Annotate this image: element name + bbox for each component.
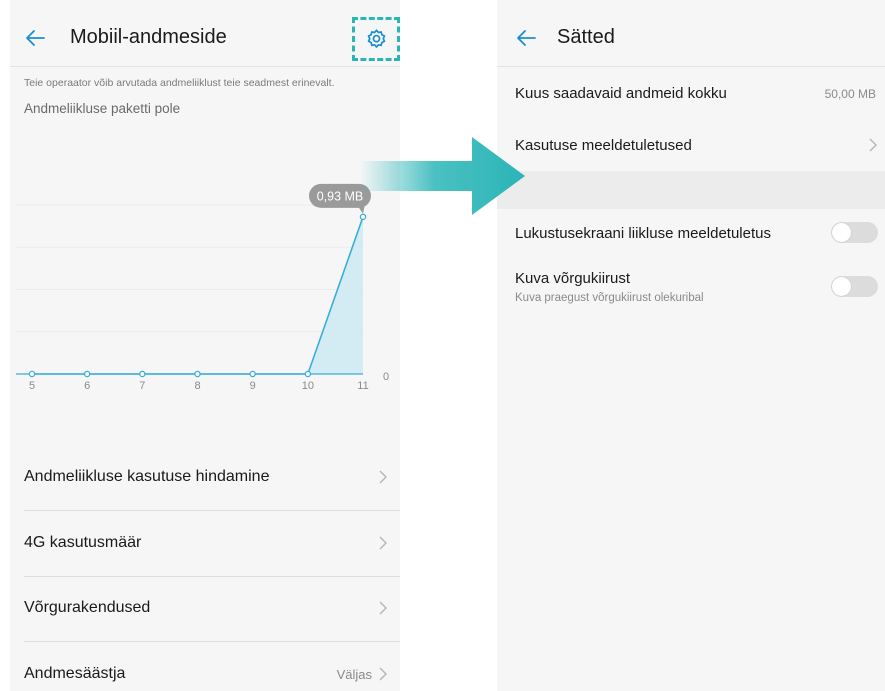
x-tick-label: 6	[84, 380, 90, 392]
monthly-total-label: Kuus saadavaid andmeid kokku	[515, 85, 727, 102]
lockscreen-reminder-toggle[interactable]	[831, 222, 878, 243]
lockscreen-reminder-label: Lukustusekraani liikluse meeldetuletus	[515, 225, 771, 242]
chevron-right-icon	[379, 667, 387, 681]
mobile-data-screen: Mobiil-andmeside Teie operaator võib arv…	[10, 0, 400, 691]
section-gap	[497, 171, 885, 209]
4g-usage-label: 4G kasutusmäär	[24, 534, 142, 551]
chevron-right-icon	[379, 536, 387, 550]
data-saver-value: Väljas	[336, 667, 372, 682]
x-tick-label: 9	[250, 380, 256, 392]
chevron-right-icon	[869, 138, 877, 152]
x-tick-label: 8	[194, 380, 200, 392]
monthly-total-value: 50,00 MB	[824, 87, 876, 101]
transition-arrow-icon	[360, 137, 525, 215]
data-point	[304, 370, 312, 378]
operator-note: Teie operaator võib arvutada andmeliiklu…	[24, 77, 335, 89]
data-saver-item[interactable]: Andmesäästja Väljas	[10, 643, 400, 691]
value-callout-label: 0,93 MB	[317, 189, 364, 203]
arrow-left-icon[interactable]	[24, 27, 46, 49]
top-bar: Sätted	[497, 0, 885, 66]
data-point	[139, 370, 146, 378]
network-speed-label: Kuva võrgukiirust	[515, 270, 631, 287]
lockscreen-reminder-item[interactable]: Lukustusekraani liikluse meeldetuletus	[497, 210, 885, 256]
list-divider	[24, 641, 400, 642]
chevron-right-icon	[379, 601, 387, 615]
chart-area	[32, 216, 363, 374]
toggle-knob	[832, 223, 851, 242]
arrow-left-icon[interactable]	[515, 27, 537, 49]
usage-reminders-item[interactable]: Kasutuse meeldetuletused	[497, 120, 885, 170]
top-bar: Mobiil-andmeside	[10, 0, 400, 66]
series-line	[32, 216, 364, 375]
network-speed-toggle[interactable]	[831, 276, 878, 297]
usage-estimate-label: Andmeliikluse kasutuse hindamine	[24, 468, 270, 485]
network-apps-label: Võrgurakendused	[24, 599, 151, 616]
network-apps-item[interactable]: Võrgurakendused	[10, 577, 400, 641]
x-tick-label: 11	[357, 380, 368, 392]
4g-usage-item[interactable]: 4G kasutusmäär	[10, 512, 400, 576]
toggle-knob	[832, 277, 851, 296]
data-point	[83, 370, 91, 378]
data-usage-chart: 5 6 7 8 9 10 11 0 0,93 MB	[16, 183, 389, 392]
data-point	[194, 370, 201, 378]
data-point	[249, 370, 256, 378]
gear-icon	[367, 29, 386, 49]
monthly-total-item[interactable]: Kuus saadavaid andmeid kokku 50,00 MB	[497, 67, 885, 119]
x-tick-label: 5	[29, 380, 35, 392]
y-zero-label: 0	[383, 371, 389, 383]
header-divider	[10, 66, 400, 67]
page-title: Mobiil-andmeside	[70, 26, 227, 48]
list-divider	[24, 510, 400, 511]
page-title: Sätted	[557, 26, 615, 48]
usage-estimate-item[interactable]: Andmeliikluse kasutuse hindamine	[10, 446, 400, 510]
data-saver-label: Andmesäästja	[24, 665, 126, 682]
data-point	[28, 370, 36, 378]
usage-reminders-label: Kasutuse meeldetuletused	[515, 137, 692, 154]
network-speed-item[interactable]: Kuva võrgukiirust Kuva praegust võrgukii…	[497, 258, 885, 316]
settings-button[interactable]	[352, 17, 400, 61]
x-tick-label: 7	[139, 380, 145, 392]
plan-note: Andmeliikluse paketti pole	[24, 101, 181, 116]
x-tick-label: 10	[302, 380, 314, 392]
network-speed-sub: Kuva praegust võrgukiirust olekuribal	[515, 292, 704, 304]
settings-screen: Sätted Kuus saadavaid andmeid kokku 50,0…	[497, 0, 885, 691]
chevron-right-icon	[379, 470, 387, 484]
